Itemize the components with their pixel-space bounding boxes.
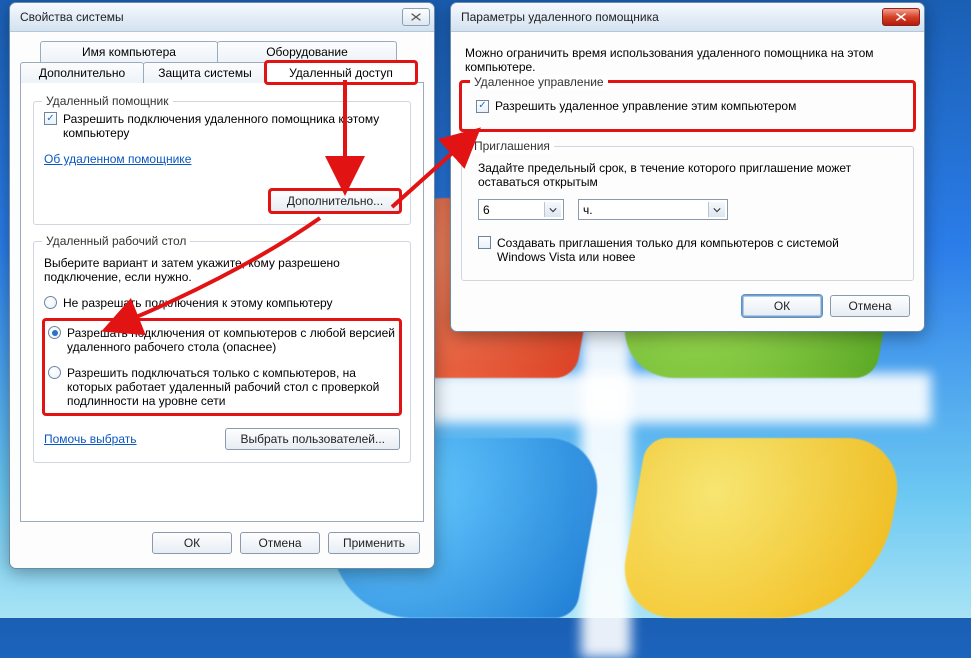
rd-option-nla-radio[interactable] bbox=[48, 366, 61, 379]
window-title: Параметры удаленного помощника bbox=[461, 10, 659, 24]
rd-option-disallow-radio[interactable] bbox=[44, 296, 57, 309]
invitations-legend: Приглашения bbox=[470, 139, 554, 153]
ok-button[interactable]: ОК bbox=[152, 532, 232, 554]
allow-remote-control-label: Разрешить удаленное управление этим комп… bbox=[495, 99, 796, 113]
remote-control-legend: Удаленное управление bbox=[470, 75, 608, 89]
window-titlebar[interactable]: Параметры удаленного помощника bbox=[451, 3, 924, 32]
allow-remote-assistance-checkbox[interactable] bbox=[44, 112, 57, 125]
vista-or-newer-checkbox[interactable] bbox=[478, 236, 491, 249]
remote-desktop-group: Удаленный рабочий стол Выберите вариант … bbox=[33, 241, 411, 463]
invitation-duration-unit-select[interactable]: ч. bbox=[578, 199, 728, 220]
remote-assistance-advanced-button[interactable]: Дополнительно... bbox=[270, 190, 400, 212]
allow-remote-control-checkbox[interactable] bbox=[476, 100, 489, 113]
tab-remote[interactable]: Удаленный доступ bbox=[266, 62, 416, 83]
chevron-down-icon bbox=[544, 202, 561, 217]
rd-option-nla-label: Разрешить подключаться только с компьюте… bbox=[67, 366, 396, 408]
remote-desktop-instruction: Выберите вариант и затем укажите, кому р… bbox=[44, 256, 374, 284]
remote-assistance-group: Удаленный помощник Разрешить подключения… bbox=[33, 101, 411, 225]
close-icon[interactable] bbox=[402, 8, 430, 26]
invitations-group: Приглашения Задайте предельный срок, в т… bbox=[461, 146, 914, 281]
select-users-button[interactable]: Выбрать пользователей... bbox=[225, 428, 400, 450]
invitations-instruction: Задайте предельный срок, в течение котор… bbox=[478, 161, 878, 189]
invitation-duration-value-select[interactable]: 6 bbox=[478, 199, 564, 220]
about-remote-assistance-link[interactable]: Об удаленном помощнике bbox=[44, 152, 191, 166]
invitation-duration-value: 6 bbox=[483, 203, 490, 217]
rd-option-any-version-label: Разрешать подключения от компьютеров с л… bbox=[67, 326, 396, 354]
remote-desktop-legend: Удаленный рабочий стол bbox=[42, 234, 190, 248]
system-properties-window: Свойства системы Имя компьютера Оборудов… bbox=[9, 2, 435, 569]
cancel-button[interactable]: Отмена bbox=[830, 295, 910, 317]
tab-hardware[interactable]: Оборудование bbox=[217, 41, 397, 62]
remote-assistance-legend: Удаленный помощник bbox=[42, 94, 173, 108]
rd-option-disallow-label: Не разрешать подключения к этому компьют… bbox=[63, 296, 333, 310]
remote-assistance-settings-window: Параметры удаленного помощника Можно огр… bbox=[450, 2, 925, 332]
ok-button[interactable]: ОК bbox=[742, 295, 822, 317]
vista-or-newer-label: Создавать приглашения только для компьют… bbox=[497, 236, 867, 264]
help-choose-link[interactable]: Помочь выбрать bbox=[44, 432, 137, 446]
apply-button[interactable]: Применить bbox=[328, 532, 420, 554]
tab-advanced[interactable]: Дополнительно bbox=[20, 62, 144, 83]
invitation-duration-unit: ч. bbox=[583, 203, 593, 217]
allow-remote-assistance-label: Разрешить подключения удаленного помощни… bbox=[63, 112, 383, 140]
tab-system-protection[interactable]: Защита системы bbox=[143, 62, 267, 83]
intro-text: Можно ограничить время использования уда… bbox=[465, 46, 895, 74]
tab-computer-name[interactable]: Имя компьютера bbox=[40, 41, 218, 62]
rd-option-any-version-radio[interactable] bbox=[48, 326, 61, 339]
remote-control-group: Удаленное управление Разрешить удаленное… bbox=[461, 82, 914, 130]
window-title: Свойства системы bbox=[20, 10, 124, 24]
close-icon[interactable] bbox=[882, 8, 920, 26]
window-titlebar[interactable]: Свойства системы bbox=[10, 3, 434, 32]
chevron-down-icon bbox=[708, 202, 725, 217]
cancel-button[interactable]: Отмена bbox=[240, 532, 320, 554]
